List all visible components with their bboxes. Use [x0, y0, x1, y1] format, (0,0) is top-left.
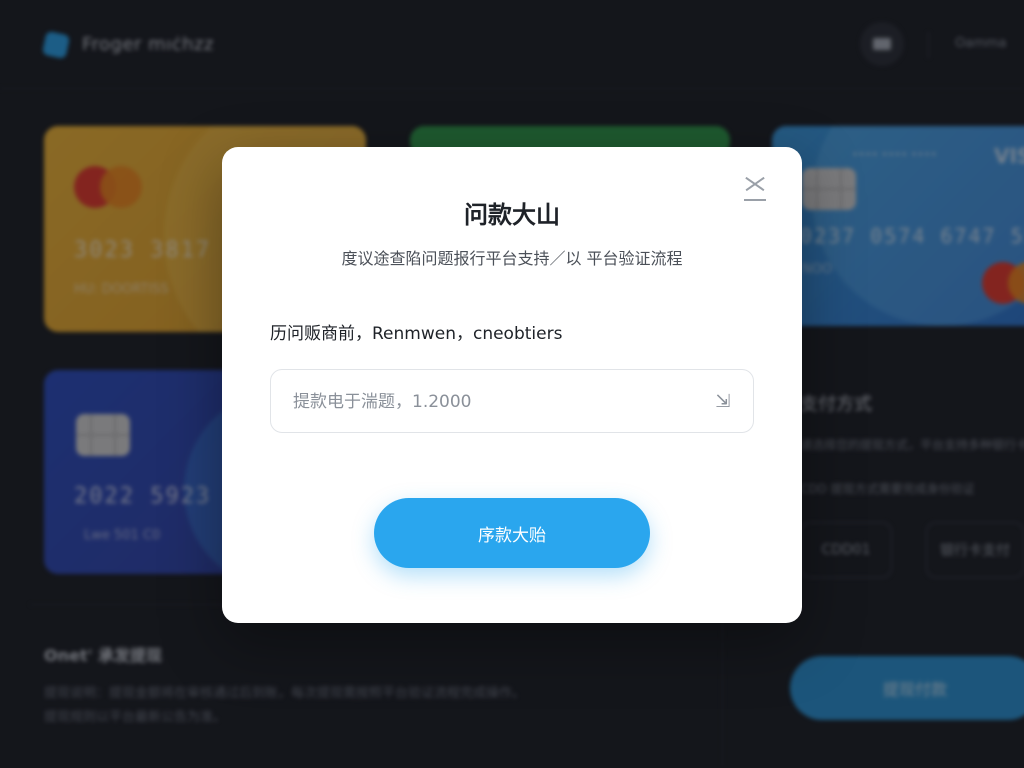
withdraw-dialog: 问款大山 度议途查陷问题报行平台支持／以 平台验证流程 历问贩商前，Renmwe… [222, 147, 802, 623]
submit-button[interactable]: 序款大贻 [374, 498, 650, 568]
dialog-title: 问款大山 [464, 201, 560, 229]
dialog-greeting: 历问贩商前，Renmwen，cneobtiers [270, 324, 563, 344]
amount-field[interactable]: ⇲ [270, 369, 754, 434]
amount-input[interactable] [291, 370, 695, 434]
dialog-subtitle: 度议途查陷问题报行平台支持／以 平台验证流程 [341, 249, 683, 268]
clear-icon[interactable]: ⇲ [711, 390, 735, 414]
